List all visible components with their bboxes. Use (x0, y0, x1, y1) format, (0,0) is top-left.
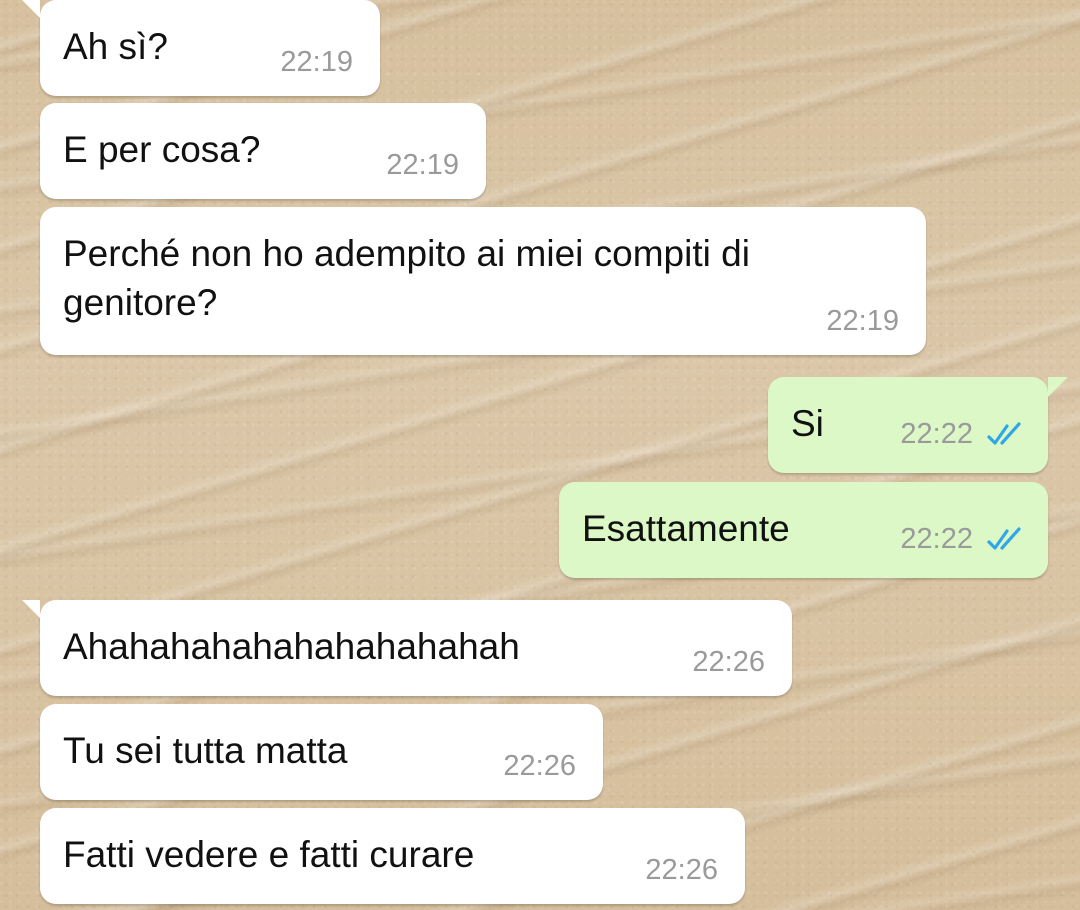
message-timestamp: 22:26 (645, 854, 718, 886)
message-text: E per cosa? (63, 129, 261, 170)
message-bubble-incoming[interactable]: Ahahahahahahahahahahah 22:26 (22, 600, 792, 696)
message-meta: 22:19 (826, 307, 899, 336)
message-timestamp: 22:19 (826, 305, 899, 337)
double-check-read-icon (987, 527, 1021, 550)
message-meta: 22:26 (645, 856, 718, 885)
message-timestamp: 22:26 (503, 750, 576, 782)
message-timestamp: 22:22 (900, 523, 973, 555)
message-timestamp: 22:19 (280, 46, 353, 78)
message-bubble-outgoing[interactable]: Esattamente 22:22 (559, 482, 1048, 578)
message-bubble-incoming[interactable]: Perché non ho adempito ai miei compiti d… (40, 207, 926, 355)
message-meta: 22:22 (900, 420, 1028, 449)
bubble-tail (1048, 377, 1068, 397)
message-text: Esattamente (582, 508, 790, 549)
message-timestamp: 22:22 (900, 418, 973, 450)
message-text: Perché non ho adempito ai miei compiti d… (63, 233, 750, 323)
bubble-tail (22, 0, 40, 18)
message-bubble-outgoing[interactable]: Si 22:22 (768, 377, 1068, 473)
message-bubble-incoming[interactable]: Tu sei tutta matta 22:26 (40, 704, 603, 800)
message-timestamp: 22:26 (692, 646, 765, 678)
message-bubble-incoming[interactable]: Fatti vedere e fatti curare 22:26 (40, 808, 745, 904)
message-text: Ahahahahahahahahahahah (63, 626, 520, 667)
message-timestamp: 22:19 (386, 149, 459, 181)
message-meta: 22:26 (503, 752, 576, 781)
message-text: Si (791, 403, 824, 444)
message-meta: 22:19 (280, 48, 353, 77)
message-bubble-incoming[interactable]: Ah sì? 22:19 (22, 0, 380, 96)
message-meta: 22:22 (900, 525, 1028, 554)
double-check-read-icon (987, 422, 1021, 445)
message-meta: 22:19 (386, 151, 459, 180)
message-text: Fatti vedere e fatti curare (63, 834, 475, 875)
bubble-tail (22, 600, 40, 618)
message-text: Ah sì? (63, 26, 168, 67)
message-meta: 22:26 (692, 648, 765, 677)
message-bubble-incoming[interactable]: E per cosa? 22:19 (40, 103, 486, 199)
message-text: Tu sei tutta matta (63, 730, 348, 771)
